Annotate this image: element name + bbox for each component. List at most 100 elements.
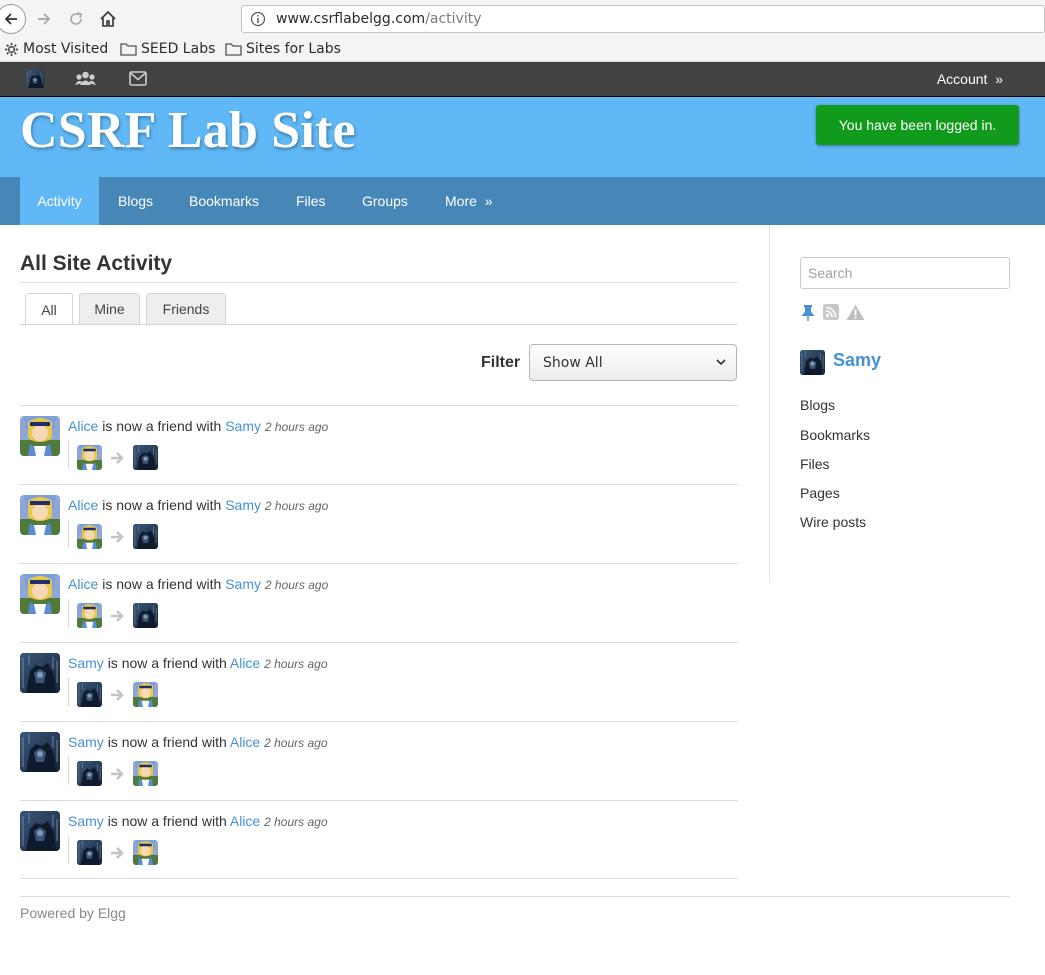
nav-groups[interactable]: Groups: [362, 177, 408, 225]
object-link[interactable]: Samy: [225, 497, 261, 513]
site-title[interactable]: CSRF Lab Site: [20, 101, 356, 160]
home-button[interactable]: [94, 5, 122, 33]
timestamp: 2 hours ago: [264, 578, 329, 592]
subject-link[interactable]: Samy: [68, 734, 104, 750]
account-menu-link[interactable]: Account »: [937, 71, 1003, 87]
river-summary: Samy is now a friend with Alice 2 hours …: [68, 813, 328, 829]
subject-avatar-small[interactable]: [77, 445, 102, 470]
object-avatar-small[interactable]: [133, 840, 158, 865]
sidebar-link-wire-posts[interactable]: Wire posts: [800, 514, 866, 530]
rss-icon[interactable]: [823, 304, 839, 320]
forward-button[interactable]: [30, 5, 58, 33]
topbar-avatar[interactable]: [26, 70, 44, 88]
tab-all[interactable]: All: [25, 293, 73, 325]
object-avatar-small[interactable]: [133, 761, 158, 786]
reload-button[interactable]: [62, 5, 90, 33]
url-path: /activity: [425, 11, 482, 27]
bookmark-sites-for-labs[interactable]: Sites for Labs: [225, 41, 341, 57]
owner-name-link[interactable]: Samy: [833, 350, 881, 371]
nav-activity[interactable]: Activity: [20, 177, 99, 225]
activity-river: Alice is now a friend with Samy 2 hours …: [20, 405, 738, 879]
nav-more[interactable]: More »: [445, 177, 492, 225]
search-input[interactable]: [800, 257, 1010, 289]
bookmark-label: Most Visited: [23, 41, 109, 57]
subject-avatar-small[interactable]: [77, 840, 102, 865]
object-avatar-small[interactable]: [133, 682, 158, 707]
river-summary: Samy is now a friend with Alice 2 hours …: [68, 655, 328, 671]
object-link[interactable]: Alice: [230, 734, 260, 750]
river-attachments: [68, 836, 69, 864]
info-icon[interactable]: [250, 11, 266, 27]
friends-icon[interactable]: [75, 70, 96, 88]
subject-avatar[interactable]: [20, 416, 60, 456]
bookmark-label: Sites for Labs: [246, 41, 341, 57]
site-header: CSRF Lab Site You have been logged in.: [0, 97, 1045, 177]
object-avatar-small[interactable]: [133, 445, 158, 470]
subject-avatar[interactable]: [20, 653, 60, 693]
verb-text: is now a friend with: [107, 734, 227, 750]
nav-files[interactable]: Files: [296, 177, 326, 225]
subject-avatar-small[interactable]: [77, 682, 102, 707]
river-item: Alice is now a friend with Samy 2 hours …: [20, 405, 738, 484]
bookmark-most-visited[interactable]: Most Visited: [4, 41, 108, 57]
filter-select[interactable]: Show All: [529, 344, 737, 381]
arrow-right-icon: [111, 452, 124, 464]
subject-link[interactable]: Samy: [68, 813, 104, 829]
footer-powered-by[interactable]: Powered by Elgg: [20, 905, 126, 921]
arrow-right-icon: [111, 847, 124, 859]
bookmarks-bar: Most Visited SEED Labs Sites for Labs: [0, 38, 1045, 62]
verb-text: is now a friend with: [102, 418, 222, 434]
subject-avatar-small[interactable]: [77, 761, 102, 786]
bookmark-seed-labs[interactable]: SEED Labs: [120, 41, 215, 57]
river-item: Samy is now a friend with Alice 2 hours …: [20, 642, 738, 721]
river-summary: Alice is now a friend with Samy 2 hours …: [68, 418, 328, 434]
tab-mine[interactable]: Mine: [79, 293, 140, 324]
subject-link[interactable]: Alice: [68, 576, 98, 592]
url-bar[interactable]: www.csrflabelgg.com/activity: [241, 5, 1045, 33]
subject-link[interactable]: Alice: [68, 497, 98, 513]
object-link[interactable]: Alice: [230, 655, 260, 671]
object-avatar-small[interactable]: [133, 524, 158, 549]
subject-avatar[interactable]: [20, 574, 60, 614]
subject-link[interactable]: Alice: [68, 418, 98, 434]
nav-bookmarks[interactable]: Bookmarks: [189, 177, 259, 225]
url-host: www.csrflabelgg.com: [276, 11, 426, 27]
pushpin-icon[interactable]: [801, 304, 815, 322]
system-message-success[interactable]: You have been logged in.: [816, 105, 1019, 145]
river-summary: Alice is now a friend with Samy 2 hours …: [68, 576, 328, 592]
verb-text: is now a friend with: [102, 576, 222, 592]
object-link[interactable]: Samy: [225, 418, 261, 434]
tab-friends[interactable]: Friends: [146, 293, 226, 324]
nav-more-chevron: »: [484, 193, 493, 209]
object-link[interactable]: Alice: [230, 813, 260, 829]
subject-avatar[interactable]: [20, 811, 60, 851]
subject-avatar[interactable]: [20, 495, 60, 535]
river-summary: Alice is now a friend with Samy 2 hours …: [68, 497, 328, 513]
object-avatar-small[interactable]: [133, 603, 158, 628]
filter-selected-value: Show All: [543, 354, 603, 371]
owner-avatar[interactable]: [800, 350, 825, 375]
messages-envelope-icon[interactable]: [129, 71, 147, 86]
bookmark-label: SEED Labs: [141, 41, 216, 57]
object-link[interactable]: Samy: [225, 576, 261, 592]
river-item: Alice is now a friend with Samy 2 hours …: [20, 563, 738, 642]
subject-avatar[interactable]: [20, 732, 60, 772]
river-attachments: [68, 599, 69, 627]
back-button[interactable]: [0, 4, 26, 34]
subject-avatar-small[interactable]: [77, 524, 102, 549]
forward-arrow-icon: [38, 13, 51, 25]
sidebar-link-pages[interactable]: Pages: [800, 485, 840, 501]
chevron-down-icon: [716, 359, 726, 366]
timestamp: 2 hours ago: [264, 815, 328, 829]
nav-blogs[interactable]: Blogs: [118, 177, 153, 225]
reload-icon: [70, 12, 82, 25]
subject-link[interactable]: Samy: [68, 655, 104, 671]
sidebar-link-files[interactable]: Files: [800, 456, 830, 472]
title-divider: [20, 282, 738, 283]
sidebar-link-bookmarks[interactable]: Bookmarks: [800, 427, 870, 443]
browser-toolbar: www.csrflabelgg.com/activity: [0, 0, 1045, 38]
sidebar-link-blogs[interactable]: Blogs: [800, 397, 835, 413]
subject-avatar-small[interactable]: [77, 603, 102, 628]
site-menu: Activity Blogs Bookmarks Files Groups Mo…: [0, 177, 1045, 225]
report-warning-icon[interactable]: [846, 304, 865, 321]
